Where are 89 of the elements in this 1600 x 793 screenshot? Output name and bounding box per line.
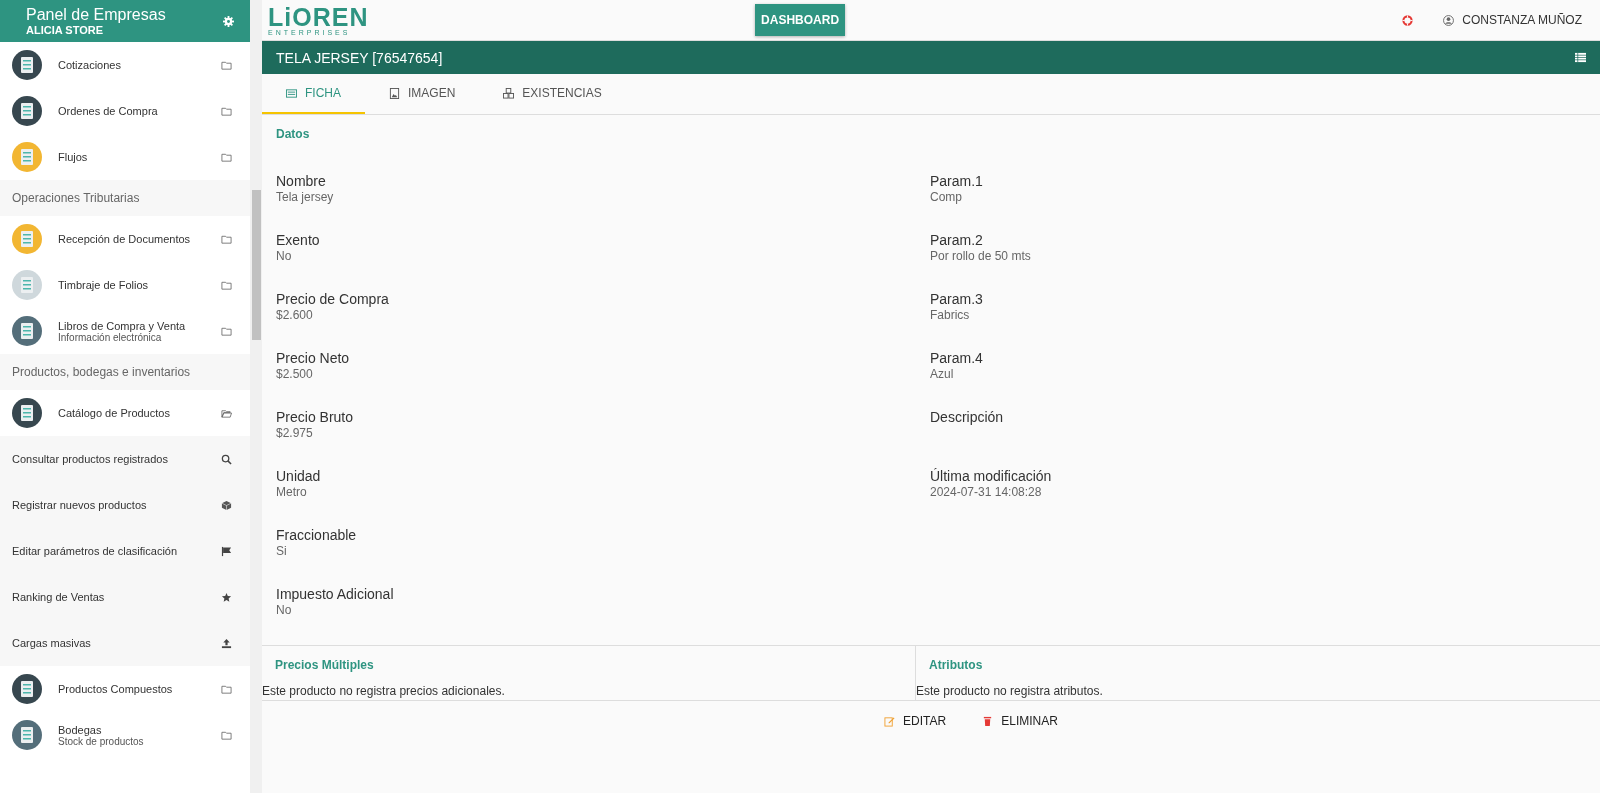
sidebar-section-heading: Productos, bodegas e inventarios xyxy=(0,354,250,390)
field-value: Fabrics xyxy=(930,308,971,322)
field-value: 2024-07-31 14:08:28 xyxy=(930,485,1043,499)
field-value: $2.500 xyxy=(276,367,314,381)
upload-icon xyxy=(221,637,232,649)
field-value: Por rollo de 50 mts xyxy=(930,249,1032,263)
item-label: Recepción de Documentos xyxy=(58,233,192,245)
field-label: Fraccionable xyxy=(276,527,358,543)
scrollbar[interactable] xyxy=(250,0,262,793)
field-value: Si xyxy=(276,544,288,558)
action-button[interactable]: EDITAR xyxy=(878,713,953,729)
item-label: Ranking de Ventas xyxy=(12,591,106,603)
sidebar-subitem[interactable]: Consultar productos registrados xyxy=(0,436,250,482)
field-label: Precio Neto xyxy=(276,350,351,366)
item-label: Timbraje de Folios xyxy=(58,279,150,291)
item-sublabel: Información electrónica xyxy=(58,331,163,343)
panel-title: Atributos xyxy=(928,657,984,672)
pencil-icon xyxy=(884,715,896,727)
dashboard-button[interactable]: DASHBOARD xyxy=(755,4,846,36)
field-label: Precio Bruto xyxy=(276,409,355,425)
app-badge-icon xyxy=(12,142,42,172)
field-label: Descripción xyxy=(930,409,1005,425)
user-icon[interactable] xyxy=(1443,14,1455,26)
item-label: Libros de Compra y Venta xyxy=(58,319,187,332)
app-badge-icon xyxy=(12,50,42,80)
app-badge-icon xyxy=(12,398,42,428)
app-badge-icon xyxy=(12,270,42,300)
app-badge-icon xyxy=(12,720,42,750)
field-label: Param.2 xyxy=(930,232,984,248)
tab[interactable]: EXISTENCIAS xyxy=(479,74,626,114)
item-sublabel: Stock de productos xyxy=(58,735,145,747)
field-label: Param.3 xyxy=(930,291,984,307)
field-label: Param.1 xyxy=(930,173,984,189)
cubes-icon xyxy=(503,87,515,99)
item-label: Flujos xyxy=(58,151,89,163)
flag-icon xyxy=(221,545,232,557)
field-label: Nombre xyxy=(276,173,327,189)
sidebar-subitem[interactable]: Editar parámetros de clasificación xyxy=(0,528,250,574)
item-label: Productos Compuestos xyxy=(58,683,174,695)
cube-icon xyxy=(221,499,232,511)
field-value: Comp xyxy=(930,190,963,204)
field-label: Exento xyxy=(276,232,321,248)
field-label: Unidad xyxy=(276,468,322,484)
app-badge-icon xyxy=(12,316,42,346)
sidebar-title: Panel de Empresas xyxy=(26,6,166,24)
panel-text: Este producto no registra atributos. xyxy=(916,684,1104,700)
sidebar-subitem[interactable]: Cargas masivas xyxy=(0,620,250,666)
field-label: Param.4 xyxy=(930,350,984,366)
sidebar-subitem[interactable]: Registrar nuevos productos xyxy=(0,482,250,528)
star-icon xyxy=(221,591,232,603)
field-value: Tela jersey xyxy=(276,190,335,204)
user-name[interactable]: CONSTANZA MUÑOZ xyxy=(1462,13,1582,27)
settings-icon[interactable] xyxy=(223,15,234,27)
panel-title: Precios Múltiples xyxy=(274,657,375,672)
field-label: Precio de Compra xyxy=(276,291,390,307)
list-icon[interactable] xyxy=(1575,52,1586,63)
app-badge-icon xyxy=(12,96,42,126)
product-title: TELA JERSEY [76547654] xyxy=(276,49,443,66)
image-icon xyxy=(389,87,400,99)
item-label: Catálogo de Productos xyxy=(58,407,171,419)
item-label: Ordenes de Compra xyxy=(58,105,159,117)
section-title: Datos xyxy=(275,126,311,143)
company-name: ALICIA STORE xyxy=(26,24,104,36)
item-label: Registrar nuevos productos xyxy=(12,499,148,511)
lifebuoy-icon[interactable] xyxy=(1402,14,1414,26)
field-value: Azul xyxy=(930,367,955,381)
action-button[interactable]: ELIMINAR xyxy=(976,713,1064,729)
item-label: Consultar productos registrados xyxy=(12,453,169,465)
field-value: No xyxy=(276,249,293,263)
app-badge-icon xyxy=(12,674,42,704)
field-value: $2.600 xyxy=(276,308,314,322)
field-label: Última modificación xyxy=(930,468,1053,484)
field-value: $2.975 xyxy=(276,426,314,440)
search-icon xyxy=(221,453,232,465)
sidebar-subitem[interactable]: Ranking de Ventas xyxy=(0,574,250,620)
panel-text: Este producto no registra precios adicionales. xyxy=(262,684,506,700)
sidebar-section-heading: Operaciones Tributarias xyxy=(0,180,250,216)
tab[interactable]: FICHA xyxy=(262,74,365,114)
trash-icon xyxy=(982,715,994,727)
item-label: Cargas masivas xyxy=(12,637,92,649)
app-badge-icon xyxy=(12,224,42,254)
card-icon xyxy=(286,87,297,99)
field-label: Impuesto Adicional xyxy=(276,586,395,602)
item-label: Cotizaciones xyxy=(58,59,122,71)
field-value: No xyxy=(276,603,293,617)
item-label: Bodegas xyxy=(58,723,103,736)
field-value: Metro xyxy=(276,485,308,499)
tab[interactable]: IMAGEN xyxy=(365,74,480,114)
item-label: Editar parámetros de clasificación xyxy=(12,545,179,557)
